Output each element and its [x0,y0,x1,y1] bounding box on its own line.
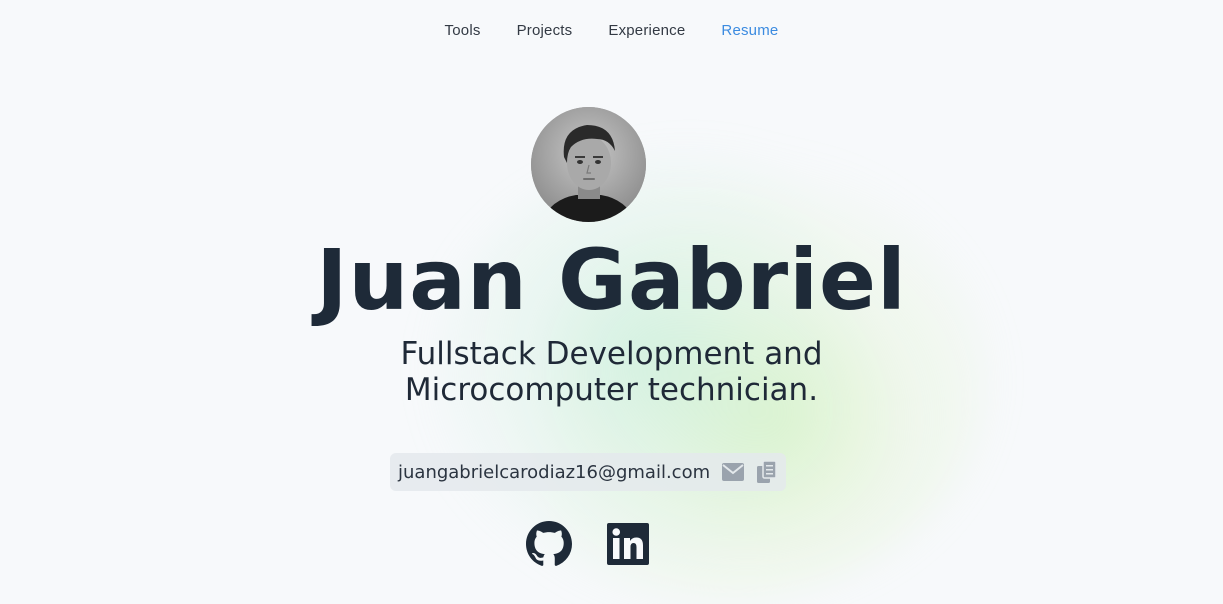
hero-name: Juan Gabriel [316,231,907,329]
top-nav: Tools Projects Experience Resume [0,22,1223,39]
subtitle-line-2: Microcomputer technician. [404,372,819,408]
subtitle-line-1: Fullstack Development and [400,336,823,372]
copy-icon[interactable] [756,460,778,484]
nav-link-resume[interactable]: Resume [721,22,778,39]
email-box: juangabrielcarodiaz16@gmail.com [390,453,786,491]
avatar-photo [531,107,646,222]
nav-link-experience[interactable]: Experience [608,22,685,39]
linkedin-icon[interactable] [605,521,651,567]
email-address[interactable]: juangabrielcarodiaz16@gmail.com [398,462,710,483]
nav-link-projects[interactable]: Projects [517,22,573,39]
avatar [531,107,646,222]
envelope-icon[interactable] [722,460,745,484]
github-icon[interactable] [526,521,572,567]
social-links [526,521,651,567]
hero-subtitle: Fullstack Development and Microcomputer … [0,336,1223,408]
nav-link-tools[interactable]: Tools [445,22,481,39]
